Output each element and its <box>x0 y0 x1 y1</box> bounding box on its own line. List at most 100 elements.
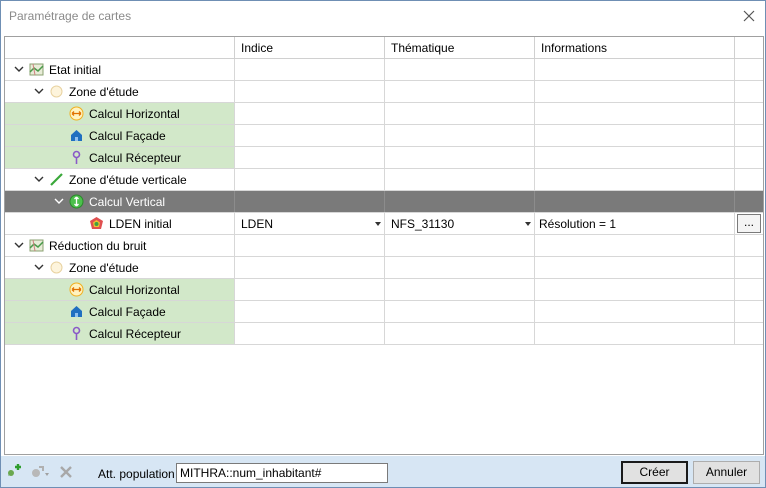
chevron-down-icon[interactable] <box>33 261 45 273</box>
tree-item-label: Calcul Horizontal <box>89 107 180 121</box>
thematique-cell <box>385 191 535 212</box>
tree-cell[interactable]: Calcul Récepteur <box>5 323 235 344</box>
close-button[interactable] <box>733 1 765 32</box>
indice-cell <box>235 81 385 102</box>
action-cell <box>735 235 763 256</box>
indice-cell <box>235 323 385 344</box>
tree-cell[interactable]: Calcul Récepteur <box>5 147 235 168</box>
informations-cell <box>535 81 735 102</box>
tree-row[interactable]: Etat initial <box>5 59 763 81</box>
tree-row[interactable]: Zone d'étude verticale <box>5 169 763 191</box>
tree-cell[interactable]: Réduction du bruit <box>5 235 235 256</box>
tree-row[interactable]: Calcul Horizontal <box>5 103 763 125</box>
receptor-pin-icon <box>69 326 84 341</box>
dialog-window: Paramétrage de cartes Indice Thématique … <box>0 0 766 488</box>
tree-cell[interactable]: Calcul Vertical <box>5 191 235 212</box>
tree-row[interactable]: Calcul Vertical <box>5 191 763 213</box>
indice-cell <box>235 279 385 300</box>
noise-map-icon <box>89 216 104 231</box>
cancel-button[interactable]: Annuler <box>693 461 760 484</box>
edit-map-icon[interactable] <box>29 464 49 480</box>
informations-cell: Résolution = 1 <box>535 213 735 234</box>
action-cell <box>735 257 763 278</box>
tree-item-label: Calcul Récepteur <box>89 327 182 341</box>
tree-cell[interactable]: LDEN initial <box>5 213 235 234</box>
tree-cell[interactable]: Etat initial <box>5 59 235 80</box>
tree-row[interactable]: Réduction du bruit <box>5 235 763 257</box>
thematique-cell <box>385 147 535 168</box>
dropdown-arrow-icon[interactable] <box>525 222 531 226</box>
tree-row[interactable]: LDEN initial LDEN NFS_31130 Résolution = 1.… <box>5 213 763 235</box>
indice-cell <box>235 59 385 80</box>
thematique-select-value: NFS_31130 <box>391 217 455 231</box>
thematique-cell <box>385 81 535 102</box>
informations-cell <box>535 191 735 212</box>
thematique-cell <box>385 323 535 344</box>
chevron-down-icon[interactable] <box>53 195 65 207</box>
column-header-thematique[interactable]: Thématique <box>385 37 535 59</box>
chevron-down-icon[interactable] <box>13 239 25 251</box>
action-cell <box>735 323 763 344</box>
tree-item-label: Calcul Horizontal <box>89 283 180 297</box>
tree-cell[interactable]: Calcul Horizontal <box>5 279 235 300</box>
chevron-down-icon[interactable] <box>33 173 45 185</box>
tree-item-label: Zone d'étude <box>69 85 139 99</box>
action-cell <box>735 125 763 146</box>
tree-row[interactable]: Calcul Récepteur <box>5 323 763 345</box>
tree-item-label: Réduction du bruit <box>49 239 147 253</box>
action-cell <box>735 169 763 190</box>
tree-item-label: Calcul Façade <box>89 129 166 143</box>
footer-bar: Att. population MITHRA::num_inhabitant# … <box>1 456 765 487</box>
indice-cell <box>235 191 385 212</box>
create-button[interactable]: Créer <box>621 461 688 484</box>
tree-cell[interactable]: Calcul Horizontal <box>5 103 235 124</box>
edit-informations-button[interactable]: ... <box>737 214 761 233</box>
indice-cell <box>235 235 385 256</box>
tree-cell[interactable]: Zone d'étude <box>5 257 235 278</box>
delete-icon[interactable] <box>58 464 76 480</box>
informations-cell <box>535 301 735 322</box>
tree-row[interactable]: Zone d'étude <box>5 257 763 279</box>
tree-cell[interactable]: Zone d'étude verticale <box>5 169 235 190</box>
chevron-down-icon[interactable] <box>33 85 45 97</box>
add-map-icon[interactable] <box>5 464 23 480</box>
action-cell: ... <box>735 213 763 234</box>
indice-cell <box>235 301 385 322</box>
tree-row[interactable]: Calcul Façade <box>5 125 763 147</box>
column-header-informations[interactable]: Informations <box>535 37 735 59</box>
indice-cell[interactable]: LDEN <box>235 213 385 234</box>
thematique-cell <box>385 103 535 124</box>
thematique-cell[interactable]: NFS_31130 <box>385 213 535 234</box>
indice-cell <box>235 169 385 190</box>
tree-item-label: Zone d'étude <box>69 261 139 275</box>
zone-icon <box>49 84 64 99</box>
action-cell <box>735 301 763 322</box>
dropdown-arrow-icon[interactable] <box>375 222 381 226</box>
thematique-cell <box>385 257 535 278</box>
map-settings-grid: Indice Thématique Informations Etat init… <box>4 36 764 455</box>
indice-select-value: LDEN <box>241 217 274 231</box>
tree-item-label: Calcul Récepteur <box>89 151 182 165</box>
zone-icon <box>49 260 64 275</box>
informations-cell <box>535 257 735 278</box>
receptor-pin-icon <box>69 150 84 165</box>
chevron-down-icon[interactable] <box>13 63 25 75</box>
informations-cell <box>535 59 735 80</box>
window-title: Paramétrage de cartes <box>9 9 132 23</box>
tree-row[interactable]: Calcul Récepteur <box>5 147 763 169</box>
action-cell <box>735 147 763 168</box>
att-population-label: Att. population <box>98 467 175 481</box>
column-header-indice[interactable]: Indice <box>235 37 385 59</box>
action-cell <box>735 81 763 102</box>
informations-cell <box>535 323 735 344</box>
tree-row[interactable]: Zone d'étude <box>5 81 763 103</box>
tree-cell[interactable]: Calcul Façade <box>5 125 235 146</box>
map-icon <box>29 62 44 77</box>
tree-cell[interactable]: Zone d'étude <box>5 81 235 102</box>
tree-row[interactable]: Calcul Horizontal <box>5 279 763 301</box>
tree-row[interactable]: Calcul Façade <box>5 301 763 323</box>
tree-cell[interactable]: Calcul Façade <box>5 301 235 322</box>
informations-cell <box>535 103 735 124</box>
att-population-input[interactable]: MITHRA::num_inhabitant# <box>176 463 388 483</box>
action-cell <box>735 59 763 80</box>
